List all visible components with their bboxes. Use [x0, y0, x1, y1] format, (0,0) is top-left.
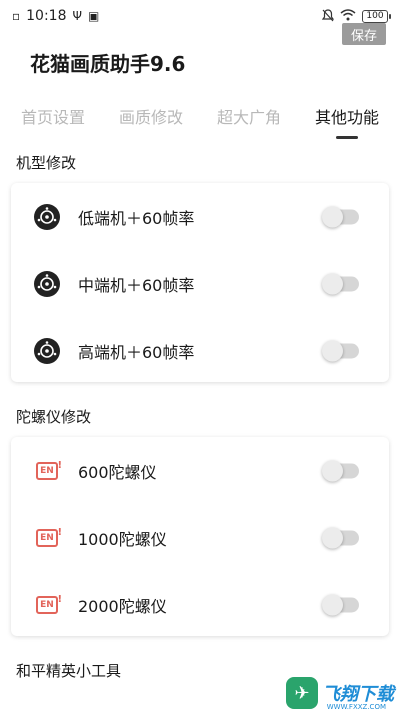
en-badge: EN: [36, 460, 62, 480]
en-badge: EN: [36, 527, 62, 547]
tab-bar: 首页设置 画质修改 超大广角 其他功能: [0, 98, 400, 144]
status-left: ▫ 10:18 Ψ ▣: [12, 8, 99, 24]
tab-other-functions[interactable]: 其他功能: [315, 98, 379, 144]
mute-icon: [321, 8, 335, 24]
list-item-gyro-1000[interactable]: EN 1000陀螺仪: [11, 504, 389, 571]
tab-quality-edit[interactable]: 画质修改: [119, 98, 183, 144]
section-title-gyroscope: 陀螺仪修改: [16, 408, 92, 426]
watermark-subtext: WWW.FXXZ.COM: [326, 703, 386, 711]
toggle-switch[interactable]: [322, 340, 359, 361]
en-badge: EN: [36, 594, 62, 614]
device-model-card: 低端机＋60帧率 中端机＋60帧率 高端机＋60帧率: [11, 183, 389, 382]
list-item-label: 1000陀螺仪: [78, 529, 167, 549]
toggle-switch[interactable]: [322, 460, 359, 481]
tab-active-indicator: [335, 136, 358, 139]
save-button[interactable]: 保存: [342, 23, 386, 45]
notification-icon: ▣: [87, 9, 100, 23]
toggle-knob: [322, 594, 343, 615]
status-bar: ▫ 10:18 Ψ ▣ 100: [0, 0, 400, 32]
wifi-icon: [340, 9, 356, 23]
toggle-switch[interactable]: [322, 527, 359, 548]
toggle-knob: [322, 340, 343, 361]
toggle-knob: [322, 460, 343, 481]
watermark-logo-icon: ✈: [286, 677, 318, 709]
list-item-gyro-2000[interactable]: EN 2000陀螺仪: [11, 571, 389, 638]
section-title-tools: 和平精英小工具: [16, 662, 122, 680]
camera-lens-icon: [33, 203, 61, 231]
toggle-knob: [322, 206, 343, 227]
sim-icon: ▫: [12, 9, 21, 23]
status-right: 100: [321, 8, 391, 24]
toggle-switch[interactable]: [322, 206, 359, 227]
list-item-label: 高端机＋60帧率: [78, 342, 195, 362]
camera-lens-icon: [33, 270, 61, 298]
en-badge-icon: EN: [33, 457, 62, 485]
list-item-gyro-600[interactable]: EN 600陀螺仪: [11, 437, 389, 504]
gyroscope-card: EN 600陀螺仪 EN 1000陀螺仪 EN 2000陀螺仪: [11, 437, 389, 636]
list-item-low-end[interactable]: 低端机＋60帧率: [11, 183, 389, 250]
page-title: 花猫画质助手9.6: [30, 52, 186, 76]
list-item-label: 低端机＋60帧率: [78, 208, 195, 228]
tab-wide-angle[interactable]: 超大广角: [217, 98, 281, 144]
toggle-knob: [322, 527, 343, 548]
list-item-mid-end[interactable]: 中端机＋60帧率: [11, 250, 389, 317]
tab-label: 首页设置: [20, 108, 85, 127]
status-time: 10:18: [26, 8, 67, 24]
toggle-switch[interactable]: [322, 273, 359, 294]
en-badge-icon: EN: [33, 524, 62, 552]
toggle-knob: [322, 273, 343, 294]
usb-icon: Ψ: [72, 9, 82, 23]
list-item-high-end[interactable]: 高端机＋60帧率: [11, 317, 389, 384]
section-title-device-model: 机型修改: [16, 154, 77, 172]
camera-lens-icon: [33, 337, 61, 365]
tab-home-settings[interactable]: 首页设置: [21, 98, 85, 144]
en-badge-icon: EN: [33, 591, 62, 619]
battery-icon: 100: [362, 9, 391, 23]
list-item-label: 中端机＋60帧率: [78, 275, 195, 295]
list-item-label: 2000陀螺仪: [78, 596, 167, 616]
tab-label: 其他功能: [314, 108, 379, 127]
tab-label: 超大广角: [216, 108, 281, 127]
toggle-switch[interactable]: [322, 594, 359, 615]
tab-label: 画质修改: [118, 108, 183, 127]
list-item-label: 600陀螺仪: [78, 462, 157, 482]
